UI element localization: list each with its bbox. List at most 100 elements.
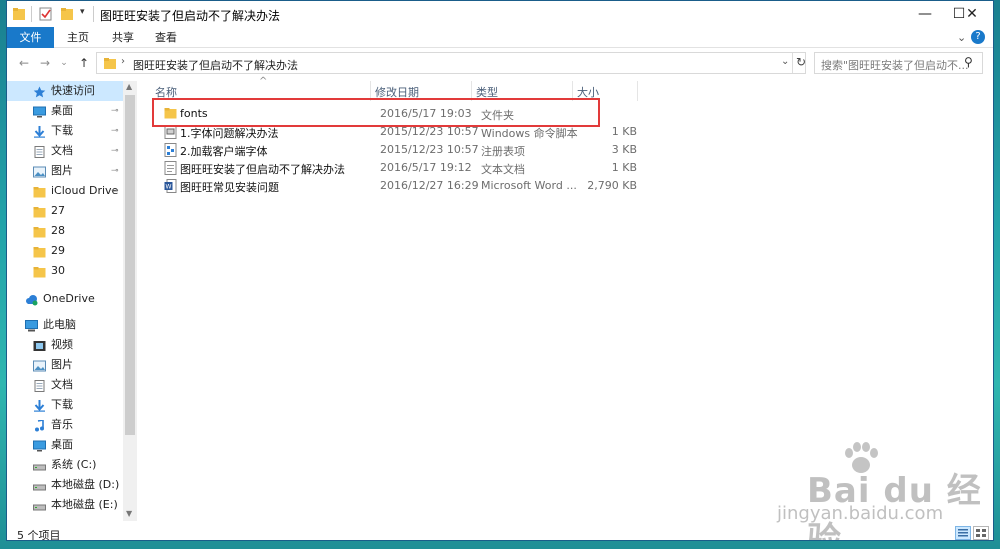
desktop-icon [33,439,46,452]
sidebar-item-19[interactable]: 本地磁盘 (D:) [7,475,123,495]
sidebar-item-5[interactable]: iCloud Drive ⊸ [7,181,123,201]
sidebar-item-label: 文档 [51,144,73,157]
search-icon[interactable]: ⚲ [964,55,973,69]
sidebar-item-0[interactable]: 快速访问 [7,81,123,101]
file-date: 2015/12/23 10:57 [380,143,479,156]
file-name: 图旺旺安装了但启动不了解决办法 [180,163,345,176]
registry-icon [164,143,177,157]
sidebar-item-label: 文档 [51,378,73,391]
sidebar-item-label: 桌面 [51,438,73,451]
search-input[interactable]: 搜索"图旺旺安装了但启动不... [814,52,983,74]
up-button[interactable]: ↑ [76,54,92,72]
sidebar-item-12[interactable]: 视频 [7,335,123,355]
sidebar-item-1[interactable]: 桌面 ⊸ [7,101,123,121]
address-path[interactable]: 图旺旺安装了但启动不了解决办法 [133,57,298,73]
sidebar-item-17[interactable]: 桌面 [7,435,123,455]
address-bar[interactable]: › 图旺旺安装了但启动不了解决办法 ⌄ ↻ [96,52,806,74]
sidebar-item-8[interactable]: 29 [7,241,123,261]
help-icon[interactable]: ? [971,30,985,44]
tab-file[interactable]: 文件 [7,27,54,48]
address-dropdown-icon[interactable]: ⌄ [781,56,789,67]
close-button[interactable]: ✕ [949,1,993,27]
column-separator[interactable] [637,81,638,101]
table-row[interactable]: W 图旺旺常见安装问题 2016/12/27 16:29 Microsoft Word… [142,177,642,195]
sidebar-item-16[interactable]: 音乐 [7,415,123,435]
picture-icon [33,165,46,178]
file-date: 2016/5/17 19:12 [380,161,472,174]
folder-icon [13,8,25,20]
sort-ascending-icon: ^ [259,76,268,87]
drive-icon [33,479,46,491]
music-icon [33,419,46,432]
file-type: Windows 命令脚本 [481,127,578,140]
file-name: 图旺旺常见安装问题 [180,181,279,194]
back-button[interactable]: ← [16,54,32,72]
sidebar-item-label: 27 [51,204,65,217]
properties-icon[interactable] [39,6,53,22]
sidebar-item-7[interactable]: 28 [7,221,123,241]
script-icon [164,125,177,139]
download-icon [33,399,46,412]
scroll-up-icon[interactable]: ▲ [126,82,132,91]
sidebar-item-14[interactable]: 文档 [7,375,123,395]
file-type: 文本文档 [481,163,525,176]
tab-share[interactable]: 共享 [100,27,146,48]
nav-scroll-thumb[interactable] [125,95,135,435]
sidebar-item-label: 28 [51,224,65,237]
table-row[interactable]: 2.加载客户端字体 2015/12/23 10:57 注册表项 3 KB [142,141,642,159]
customize-toolbar-icon[interactable]: ▾ [80,7,85,17]
file-date: 2016/12/27 16:29 [380,179,479,192]
watermark-brand: Bai du 经验 [807,471,982,541]
ribbon-tabs: 文件 主页 共享 查看 ⌄ ? [7,27,993,48]
sidebar-item-13[interactable]: 图片 [7,355,123,375]
forward-button[interactable]: → [37,54,53,72]
title-bar: ▾ 图旺旺安装了但启动不了解决办法 — ☐ ✕ [7,1,993,27]
breadcrumb-chevron-icon[interactable]: › [121,56,125,67]
sidebar-item-label: 下载 [51,398,73,411]
item-count: 5 个项目 [17,529,61,541]
new-folder-icon[interactable] [60,6,74,22]
sidebar-item-label: 30 [51,264,65,277]
sidebar-item-2[interactable]: 下载 ⊸ [7,121,123,141]
sidebar-item-3[interactable]: 文档 ⊸ [7,141,123,161]
sidebar-item-18[interactable]: 系统 (C:) [7,455,123,475]
recent-locations-button[interactable]: ⌄ [56,54,72,72]
sidebar-item-20[interactable]: 本地磁盘 (E:) [7,495,123,515]
folder-icon [33,225,46,238]
sidebar-item-10[interactable]: OneDrive [7,289,123,309]
pin-icon: ⊸ [111,106,119,116]
file-name: 2.加载客户端字体 [180,145,268,158]
scroll-down-icon[interactable]: ▼ [126,509,132,518]
sidebar-item-15[interactable]: 下载 [7,395,123,415]
sidebar-item-6[interactable]: 27 [7,201,123,221]
tab-view[interactable]: 查看 [143,27,189,48]
sidebar-item-label: 系统 (C:) [51,458,97,471]
sidebar-item-label: 快速访问 [51,84,95,97]
pin-icon: ⊸ [111,166,119,176]
separator [31,6,32,22]
separator [93,6,94,22]
sidebar-item-label: iCloud Drive [51,184,119,197]
pin-icon: ⊸ [111,126,119,136]
refresh-button[interactable]: ↻ [796,55,806,69]
sidebar-item-9[interactable]: 30 [7,261,123,281]
drive-icon [33,499,46,511]
sidebar-item-label: 桌面 [51,104,73,117]
sidebar-item-11[interactable]: 此电脑 [7,315,123,335]
pin-icon: ⊸ [111,146,119,156]
file-type: 注册表项 [481,145,525,158]
explorer-window: ▾ 图旺旺安装了但启动不了解决办法 — ☐ ✕ 文件 主页 共享 查看 ⌄ ? … [6,0,994,541]
document-icon [33,145,46,158]
table-row[interactable]: 图旺旺安装了但启动不了解决办法 2016/5/17 19:12 文本文档 1 KB [142,159,642,177]
address-row: ← → ⌄ ↑ › 图旺旺安装了但启动不了解决办法 ⌄ ↻ 搜索"图旺旺安装了但… [7,51,993,75]
highlight-box [152,98,600,127]
drive-icon [33,459,46,471]
sidebar-item-label: 音乐 [51,418,73,431]
word-icon: W [164,179,177,193]
folder-icon [33,245,46,258]
separator [792,53,793,73]
sidebar-item-4[interactable]: 图片 ⊸ [7,161,123,181]
tab-home[interactable]: 主页 [55,27,101,48]
nav-scrollbar[interactable]: ▲ ▼ [123,81,137,521]
navigation-pane: 快速访问 桌面 ⊸ 下载 ⊸ 文档 ⊸ 图片 ⊸ iCloud Drive ⊸ 27 28 29 30 One… [7,81,137,521]
